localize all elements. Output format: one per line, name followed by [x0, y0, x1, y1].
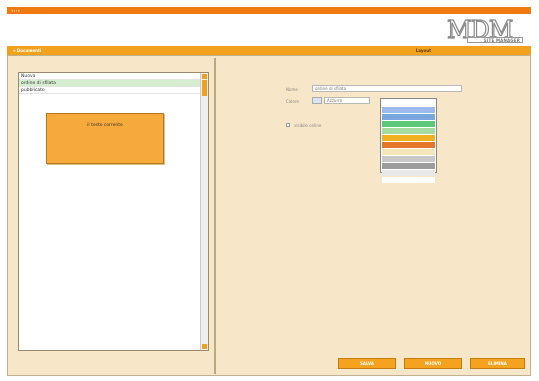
action-buttons: SALVA NUOVO ELIMINA	[328, 358, 528, 370]
window-title-bar: «‹›»	[7, 7, 531, 14]
logo-tagline: SITE MANAGER	[483, 38, 520, 43]
color-swatch-button[interactable]	[312, 97, 322, 104]
visibile-label: visibile online	[294, 123, 322, 128]
palette-swatch[interactable]	[382, 142, 435, 148]
salva-button[interactable]: SALVA	[338, 358, 396, 369]
list-item[interactable]: Nuova	[19, 73, 208, 80]
color-palette-dropdown[interactable]	[380, 98, 437, 183]
nuovo-button[interactable]: NUOVO	[404, 358, 462, 369]
list-scrollbar[interactable]	[200, 73, 208, 350]
main-frame: Nuova ordine di sfilata pubblicato il te…	[7, 55, 531, 376]
palette-swatch[interactable]	[382, 156, 435, 162]
nome-label: Nome	[286, 87, 298, 92]
elimina-button[interactable]: ELIMINA	[470, 358, 525, 369]
left-panel: Nuova ordine di sfilata pubblicato il te…	[10, 58, 216, 374]
header: MDM SITE MANAGER	[7, 14, 531, 46]
palette-swatch[interactable]	[382, 114, 435, 120]
palette-swatch[interactable]	[382, 177, 435, 183]
palette-swatch[interactable]	[382, 128, 435, 134]
nav-section-link[interactable]: » Documenti	[13, 48, 41, 53]
logo-tagline-box: SITE MANAGER	[467, 37, 523, 43]
nome-input[interactable]: ordine di sfilata	[312, 85, 462, 92]
list-item[interactable]: pubblicato	[19, 87, 208, 94]
navigation-bar: » Documenti Layout	[7, 46, 531, 55]
scroll-up-arrow-icon[interactable]	[202, 74, 207, 79]
preview-note-text: il testo corrente	[87, 123, 123, 128]
palette-swatch[interactable]	[382, 170, 435, 176]
scroll-thumb[interactable]	[202, 80, 207, 96]
window-title: «‹›»	[11, 8, 21, 13]
preview-note: il testo corrente	[46, 113, 164, 164]
palette-swatch[interactable]	[382, 121, 435, 127]
colore-label: Colore	[286, 99, 299, 104]
palette-swatch[interactable]	[382, 163, 435, 169]
palette-swatch[interactable]	[382, 107, 435, 113]
palette-swatch[interactable]	[382, 135, 435, 141]
palette-swatch[interactable]	[382, 149, 435, 155]
visibile-checkbox[interactable]	[286, 123, 290, 127]
colore-input[interactable]: Azzurro	[324, 97, 370, 104]
scroll-down-arrow-icon[interactable]	[202, 344, 207, 349]
properties-form: Nome ordine di sfilata Colore Azzurro vi…	[218, 58, 528, 358]
brand-logo: MDM SITE MANAGER	[437, 17, 525, 48]
list-item-selected[interactable]: ordine di sfilata	[19, 80, 208, 87]
nav-layout-label[interactable]: Layout	[416, 48, 431, 53]
palette-swatch[interactable]	[382, 100, 435, 106]
